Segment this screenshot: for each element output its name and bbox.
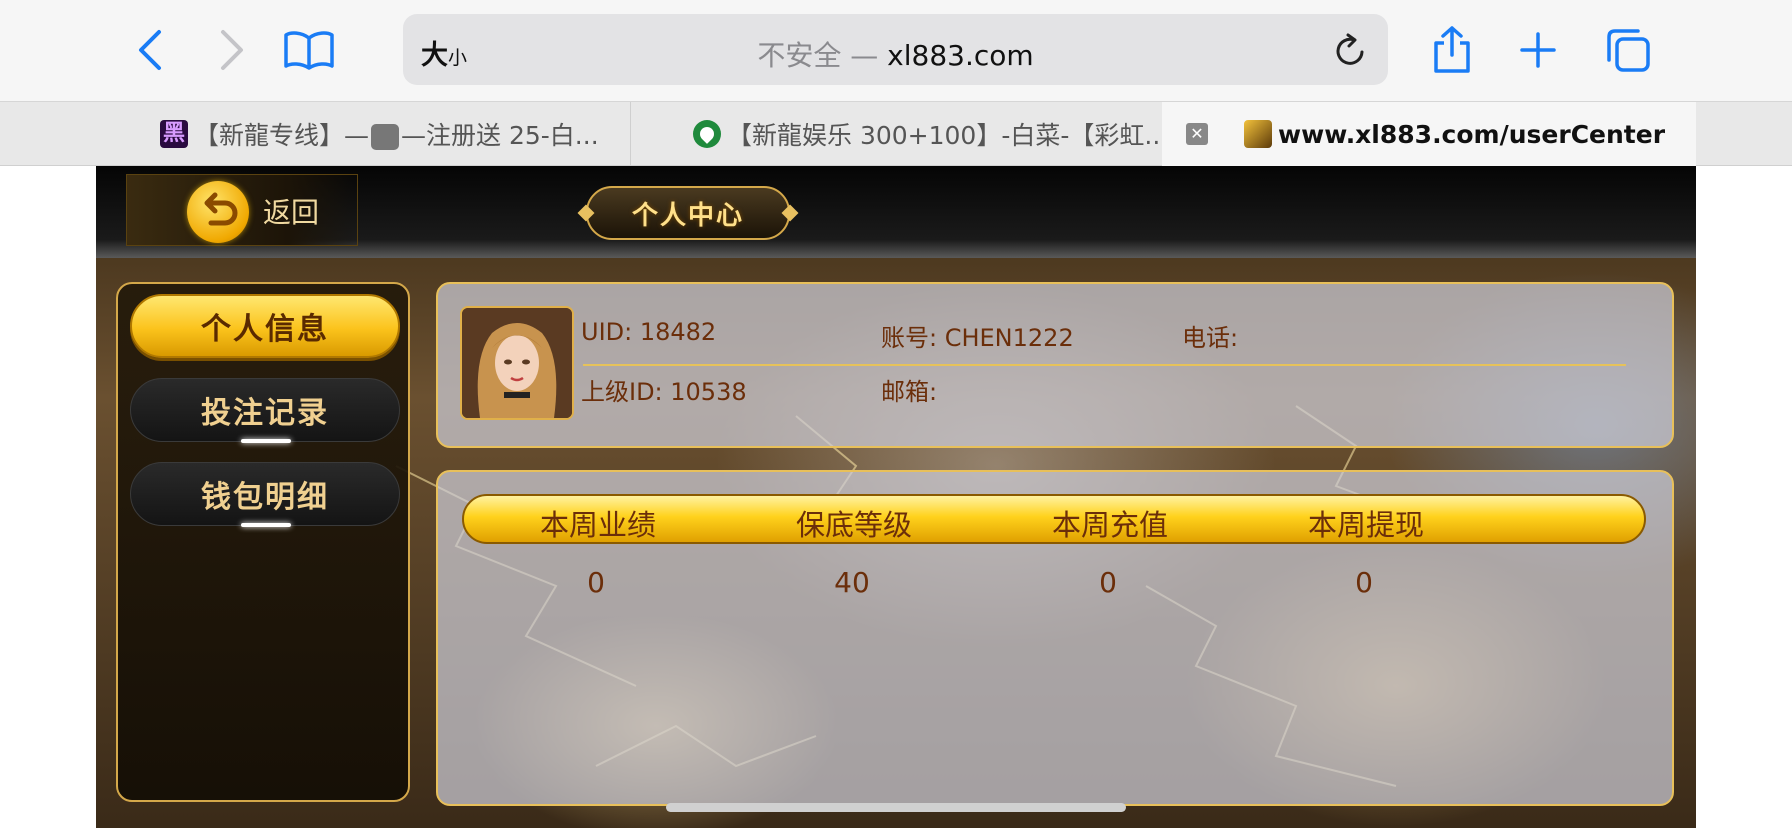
profile-panel: UID: 18482 账号: CHEN1222 电话: 上级ID: 10538 … — [436, 282, 1674, 448]
close-tab-icon[interactable]: ✕ — [1186, 123, 1208, 145]
address-bar[interactable]: 大小 不安全 — xl883.com — [403, 14, 1388, 85]
sidebar-menu: 个人信息 投注记录 钱包明细 — [116, 282, 410, 802]
tab-xinlong-line[interactable]: 黑 【新龍专线】— —注册送 25-白... — [160, 102, 628, 166]
redacted-block — [371, 124, 400, 150]
phone-field: 电话: — [1182, 324, 1239, 352]
stat-value-weekly-performance: 0 — [587, 566, 605, 599]
url-display[interactable]: 不安全 — xl883.com — [403, 34, 1388, 74]
stat-value-guarantee-level: 40 — [834, 566, 870, 599]
tab-xinlong-entertainment[interactable]: 【新龍娱乐 300+100】-白菜-【彩虹... — [630, 102, 1160, 166]
stat-header-weekly-deposit: 本周充值 — [1051, 508, 1168, 542]
parent-id-field: 上级ID: 10538 — [581, 378, 747, 406]
tab-title: 【新龍专线】— —注册送 25-白... — [194, 121, 599, 150]
share-icon[interactable] — [1430, 24, 1474, 76]
return-arrow-icon — [187, 181, 249, 243]
tab-title: 【新龍娱乐 300+100】-白菜-【彩虹... — [727, 121, 1160, 150]
divider — [583, 364, 1626, 366]
email-field: 邮箱: — [881, 378, 938, 406]
page-title: 个人中心 — [586, 186, 790, 240]
tab-bar: 黑 【新龍专线】— —注册送 25-白... 【新龍娱乐 300+100】-白菜-… — [0, 101, 1792, 166]
sidebar-item-personal-info[interactable]: 个人信息 — [130, 294, 400, 358]
weekly-stats-panel: 本周业绩 保底等级 本周充值 本周提现 0 40 0 0 — [436, 470, 1674, 806]
browser-toolbar: 大小 不安全 — xl883.com — [0, 0, 1792, 101]
favicon-green-icon — [693, 120, 721, 148]
back-button[interactable]: 返回 — [126, 174, 358, 246]
stat-value-weekly-deposit: 0 — [1099, 566, 1117, 599]
game-viewport: 返回 个人中心 个人信息 投注记录 钱包明细 UID: 18482 账号: CH… — [96, 166, 1696, 828]
stat-header-guarantee-level: 保底等级 — [795, 508, 912, 542]
tab-title: www.xl883.com/userCenter — [1278, 119, 1666, 149]
forward-icon[interactable] — [212, 28, 252, 72]
back-label: 返回 — [263, 196, 320, 229]
stats-header-bar: 本周业绩 保底等级 本周充值 本周提现 — [462, 494, 1646, 544]
tabs-overview-icon[interactable] — [1604, 26, 1652, 74]
uid-field: UID: 18482 — [581, 318, 717, 346]
sidebar-item-wallet-details[interactable]: 钱包明细 — [130, 462, 400, 527]
stat-header-weekly-withdrawal: 本周提现 — [1307, 508, 1424, 542]
favicon-game-icon — [1244, 120, 1272, 148]
home-indicator[interactable] — [666, 803, 1126, 812]
stat-value-weekly-withdrawal: 0 — [1355, 566, 1373, 599]
header-bar: 返回 个人中心 — [96, 166, 1696, 258]
back-icon[interactable] — [130, 28, 170, 72]
insecure-label: 不安全 — — [757, 39, 879, 72]
sidebar-item-bet-records[interactable]: 投注记录 — [130, 378, 400, 443]
bookmarks-icon[interactable] — [282, 28, 336, 72]
account-field: 账号: CHEN1222 — [881, 324, 1074, 352]
avatar — [460, 306, 574, 420]
favicon-black: 黑 — [160, 120, 188, 148]
tab-user-center[interactable]: ✕ www.xl883.com/userCenter — [1162, 102, 1696, 166]
domain-label: xl883.com — [887, 39, 1034, 72]
new-tab-icon[interactable] — [1518, 30, 1558, 70]
reload-icon[interactable] — [1334, 32, 1368, 72]
stat-header-weekly-performance: 本周业绩 — [539, 508, 656, 542]
